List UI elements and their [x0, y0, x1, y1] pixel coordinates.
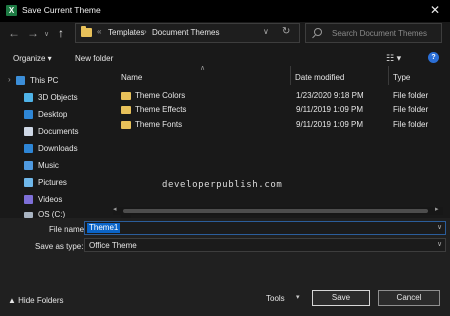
cancel-button[interactable]: Cancel — [378, 290, 440, 306]
file-date: 9/11/2019 1:09 PM — [296, 120, 364, 129]
nav-item-pictures[interactable]: Pictures — [0, 176, 112, 190]
column-header-date[interactable]: Date modified — [295, 73, 344, 82]
breadcrumb-templates[interactable]: Templates — [108, 28, 144, 37]
nav-item-downloads[interactable]: Downloads — [0, 142, 112, 156]
table-row[interactable]: Theme Colors 1/23/2020 9:18 PM File fold… — [121, 90, 441, 104]
nav-item-videos[interactable]: Videos — [0, 193, 112, 207]
watermark-text: developerpublish.com — [162, 180, 283, 190]
file-type: File folder — [393, 105, 429, 114]
address-bar[interactable]: « Templates › Document Themes ∨ ↻ — [75, 23, 300, 43]
search-placeholder: Search Document Themes — [332, 29, 428, 38]
file-name-value[interactable]: Theme1 — [87, 223, 121, 233]
nav-item-3d-objects[interactable]: 3D Objects — [0, 91, 112, 105]
nav-item-documents[interactable]: Documents — [0, 125, 112, 139]
tools-button[interactable]: Tools — [266, 294, 285, 303]
file-type: File folder — [393, 91, 429, 100]
breadcrumb-separator-icon: › — [144, 27, 147, 36]
pc-icon — [16, 76, 25, 85]
desktop-icon — [24, 110, 33, 119]
nav-item-label: Pictures — [38, 178, 67, 187]
column-header-type[interactable]: Type — [393, 73, 410, 82]
documents-icon — [24, 127, 33, 136]
pictures-icon — [24, 178, 33, 187]
nav-item-label: This PC — [30, 76, 59, 85]
column-divider[interactable] — [388, 66, 389, 85]
forward-arrow-icon[interactable]: → — [27, 26, 39, 40]
search-input[interactable]: Search Document Themes — [305, 23, 442, 43]
navigation-pane: › This PC 3D Objects Desktop Documents D… — [0, 68, 122, 219]
refresh-icon[interactable]: ↻ — [282, 26, 290, 37]
back-arrow-icon[interactable]: ← — [8, 26, 20, 40]
file-name-label: File name: — [49, 225, 87, 234]
save-button[interactable]: Save — [312, 290, 370, 306]
nav-item-label: Music — [38, 161, 59, 170]
downloads-icon — [24, 144, 33, 153]
close-icon[interactable]: ✕ — [430, 3, 440, 17]
up-arrow-icon[interactable]: ↑ — [58, 26, 64, 40]
search-icon — [314, 28, 322, 36]
nav-item-label: Desktop — [38, 110, 68, 119]
save-as-type-label: Save as type: — [35, 242, 84, 251]
folder-icon — [121, 92, 131, 100]
breadcrumb-overflow-icon[interactable]: « — [97, 27, 101, 36]
scroll-left-icon[interactable]: ◂ — [113, 205, 117, 213]
nav-item-label: Downloads — [38, 144, 78, 153]
folder-icon — [81, 26, 92, 37]
recent-locations-icon[interactable]: ∨ — [44, 28, 49, 42]
chevron-down-icon[interactable]: ∨ — [263, 27, 269, 36]
file-type: File folder — [393, 120, 429, 129]
breadcrumb-document-themes[interactable]: Document Themes — [152, 28, 219, 37]
sort-ascending-icon: ∧ — [200, 65, 206, 72]
file-name: Theme Effects — [135, 105, 187, 114]
excel-app-icon: X — [6, 5, 17, 16]
window-title: Save Current Theme — [22, 5, 101, 15]
file-date: 9/11/2019 1:09 PM — [296, 105, 364, 114]
table-row[interactable]: Theme Effects 9/11/2019 1:09 PM File fol… — [121, 104, 441, 118]
column-divider[interactable] — [290, 66, 291, 85]
chevron-right-icon[interactable]: › — [8, 75, 11, 84]
table-row[interactable]: Theme Fonts 9/11/2019 1:09 PM File folde… — [121, 119, 441, 133]
3d-objects-icon — [24, 93, 33, 102]
nav-item-label: 3D Objects — [38, 93, 78, 102]
view-options-icon[interactable]: ☷ ▾ — [386, 53, 401, 64]
file-date: 1/23/2020 9:18 PM — [296, 91, 364, 100]
nav-item-desktop[interactable]: Desktop — [0, 108, 112, 122]
caret-down-icon[interactable]: ▾ — [296, 293, 300, 301]
chevron-down-icon[interactable]: ∨ — [437, 223, 442, 231]
nav-item-label: Documents — [38, 127, 79, 136]
music-icon — [24, 161, 33, 170]
help-icon[interactable]: ? — [428, 52, 439, 63]
organize-button[interactable]: Organize ▾ — [13, 54, 52, 63]
videos-icon — [24, 195, 33, 204]
file-name: Theme Colors — [135, 91, 186, 100]
horizontal-scrollbar-thumb[interactable] — [123, 209, 428, 213]
save-as-type-value: Office Theme — [89, 241, 137, 250]
chevron-down-icon[interactable]: ∨ — [437, 240, 442, 248]
folder-icon — [121, 121, 131, 129]
new-folder-button[interactable]: New folder — [75, 54, 113, 63]
file-name-field[interactable]: Theme1 ∨ — [84, 221, 446, 235]
save-as-type-select[interactable]: Office Theme ∨ — [84, 238, 446, 252]
nav-item-this-pc[interactable]: › This PC — [0, 74, 112, 88]
folder-icon — [121, 106, 131, 114]
nav-item-label: Videos — [38, 195, 63, 204]
scroll-right-icon[interactable]: ▸ — [435, 205, 439, 213]
file-name: Theme Fonts — [135, 120, 183, 129]
column-header-name[interactable]: Name — [121, 73, 142, 82]
nav-item-music[interactable]: Music — [0, 159, 112, 173]
hide-folders-button[interactable]: ▲ Hide Folders — [8, 296, 64, 305]
